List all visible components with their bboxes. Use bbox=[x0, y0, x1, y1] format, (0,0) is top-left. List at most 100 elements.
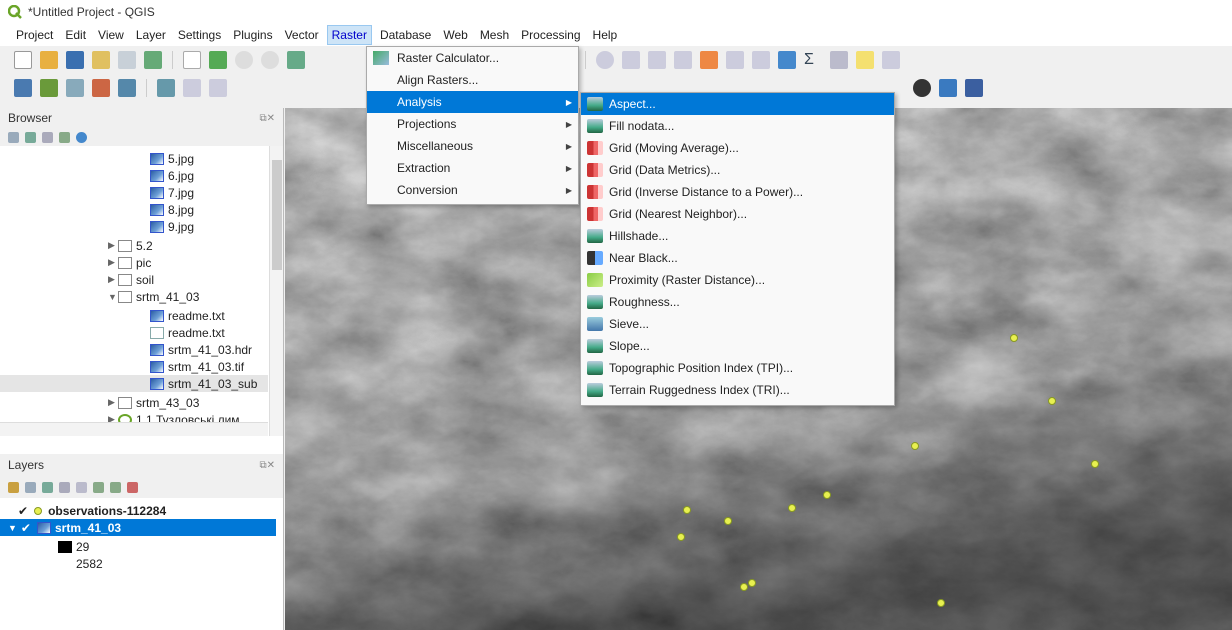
add-raster-layer-icon[interactable] bbox=[92, 79, 110, 97]
zoom-full-icon[interactable] bbox=[287, 51, 305, 69]
menu-project[interactable]: Project bbox=[12, 26, 57, 44]
observation-point[interactable] bbox=[1091, 460, 1099, 468]
tree-item[interactable]: ▶ srtm_43_03 bbox=[0, 394, 268, 411]
tree-item[interactable]: 6.jpg bbox=[0, 167, 268, 184]
identify-icon[interactable] bbox=[596, 51, 614, 69]
menu-web[interactable]: Web bbox=[439, 26, 471, 44]
scrollbar-thumb[interactable] bbox=[272, 160, 282, 270]
layer-checkbox[interactable]: ✔ bbox=[18, 504, 28, 518]
expand-all-icon[interactable] bbox=[93, 481, 104, 493]
tree-item[interactable]: 8.jpg bbox=[0, 201, 268, 218]
menu-layer[interactable]: Layer bbox=[132, 26, 170, 44]
open-attribute-table-icon[interactable] bbox=[700, 51, 718, 69]
observation-point[interactable] bbox=[683, 506, 691, 514]
select-by-value-icon[interactable] bbox=[648, 51, 666, 69]
tree-item[interactable]: ▶ 5.2 bbox=[0, 237, 268, 254]
layout-manager-icon[interactable] bbox=[118, 51, 136, 69]
menu-item-near-black[interactable]: Near Black... bbox=[581, 247, 894, 269]
tree-item[interactable]: ▶ pic bbox=[0, 254, 268, 271]
panel-float-close-icon[interactable]: ⧉✕ bbox=[259, 460, 275, 471]
new-print-layout-icon[interactable] bbox=[92, 51, 110, 69]
tree-item[interactable]: ▶ soil bbox=[0, 271, 268, 288]
menu-database[interactable]: Database bbox=[376, 26, 435, 44]
menu-raster[interactable]: Raster bbox=[326, 25, 372, 45]
data-source-manager-icon[interactable] bbox=[14, 79, 32, 97]
menu-item-fill-nodata[interactable]: Fill nodata... bbox=[581, 115, 894, 137]
observation-point[interactable] bbox=[911, 442, 919, 450]
menu-item-grid-data-metrics[interactable]: Grid (Data Metrics)... bbox=[581, 159, 894, 181]
map-tips-icon[interactable] bbox=[856, 51, 874, 69]
processing-toolbox-icon[interactable] bbox=[778, 51, 796, 69]
observation-point[interactable] bbox=[823, 491, 831, 499]
style-manager-icon[interactable] bbox=[144, 51, 162, 69]
refresh-icon[interactable] bbox=[25, 131, 36, 143]
menu-plugins[interactable]: Plugins bbox=[229, 26, 276, 44]
expand-arrow-icon[interactable]: ▶ bbox=[108, 240, 118, 251]
tree-item[interactable]: 9.jpg bbox=[0, 218, 268, 235]
observation-point[interactable] bbox=[740, 583, 748, 591]
collapse-all-icon[interactable] bbox=[59, 131, 70, 143]
menu-item-sieve[interactable]: Sieve... bbox=[581, 313, 894, 335]
filter-icon[interactable] bbox=[42, 131, 53, 143]
menu-item-tpi[interactable]: Topographic Position Index (TPI)... bbox=[581, 357, 894, 379]
pan-icon[interactable] bbox=[183, 51, 201, 69]
observation-point[interactable] bbox=[1010, 334, 1018, 342]
menu-settings[interactable]: Settings bbox=[174, 26, 225, 44]
menu-item-miscellaneous[interactable]: Miscellaneous ▶ bbox=[367, 135, 578, 157]
menu-vector[interactable]: Vector bbox=[281, 26, 323, 44]
style-layer-icon[interactable] bbox=[8, 481, 19, 493]
observation-point[interactable] bbox=[1048, 397, 1056, 405]
collapse-arrow-icon[interactable]: ▼ bbox=[108, 292, 118, 302]
observation-point[interactable] bbox=[788, 504, 796, 512]
tree-item[interactable]: readme.txt bbox=[0, 324, 268, 341]
help-icon[interactable] bbox=[965, 79, 983, 97]
add-selected-layers-icon[interactable] bbox=[8, 131, 19, 143]
menu-item-align-rasters[interactable]: Align Rasters... bbox=[367, 69, 578, 91]
tree-item[interactable]: 7.jpg bbox=[0, 184, 268, 201]
digitize-icon[interactable] bbox=[157, 79, 175, 97]
menu-edit[interactable]: Edit bbox=[61, 26, 90, 44]
save-project-icon[interactable] bbox=[66, 51, 84, 69]
tree-item[interactable]: readme.txt bbox=[0, 307, 268, 324]
tree-item[interactable]: 5.jpg bbox=[0, 150, 268, 167]
collapse-all-icon[interactable] bbox=[110, 481, 121, 493]
select-features-icon[interactable] bbox=[622, 51, 640, 69]
manage-map-themes-icon[interactable] bbox=[42, 481, 53, 493]
menu-mesh[interactable]: Mesh bbox=[476, 26, 513, 44]
deselect-icon[interactable] bbox=[674, 51, 692, 69]
new-project-icon[interactable] bbox=[14, 51, 32, 69]
browser-vertical-scrollbar[interactable] bbox=[269, 146, 283, 436]
toolbox-icon[interactable] bbox=[752, 51, 770, 69]
menu-item-analysis[interactable]: Analysis ▶ bbox=[367, 91, 578, 113]
add-spatialite-icon[interactable] bbox=[118, 79, 136, 97]
menu-item-aspect[interactable]: Aspect... bbox=[581, 93, 894, 115]
menu-item-slope[interactable]: Slope... bbox=[581, 335, 894, 357]
observation-point[interactable] bbox=[937, 599, 945, 607]
expand-arrow-icon[interactable]: ▶ bbox=[108, 397, 118, 408]
filter-legend-icon[interactable] bbox=[59, 481, 70, 493]
info-icon[interactable] bbox=[76, 131, 87, 143]
save-edits-icon[interactable] bbox=[209, 79, 227, 97]
menu-item-projections[interactable]: Projections ▶ bbox=[367, 113, 578, 135]
collapse-arrow-icon[interactable]: ▼ bbox=[8, 523, 17, 533]
add-group-icon[interactable] bbox=[25, 481, 36, 493]
expand-arrow-icon[interactable]: ▶ bbox=[108, 274, 118, 285]
observation-point[interactable] bbox=[748, 579, 756, 587]
pan-to-selection-icon[interactable] bbox=[209, 51, 227, 69]
observation-point[interactable] bbox=[724, 517, 732, 525]
statistics-sigma-icon[interactable]: Σ bbox=[804, 51, 822, 69]
browser-horizontal-scrollbar[interactable] bbox=[0, 422, 268, 436]
menu-view[interactable]: View bbox=[94, 26, 128, 44]
menu-item-raster-calculator[interactable]: Raster Calculator... bbox=[367, 47, 578, 69]
tree-item[interactable]: srtm_41_03.hdr bbox=[0, 341, 268, 358]
menu-help[interactable]: Help bbox=[589, 26, 622, 44]
text-annotation-icon[interactable] bbox=[882, 51, 900, 69]
layer-item-selected[interactable]: ▼ ✔ srtm_41_03 bbox=[0, 519, 276, 536]
menu-item-tri[interactable]: Terrain Ruggedness Index (TRI)... bbox=[581, 379, 894, 401]
open-project-icon[interactable] bbox=[40, 51, 58, 69]
add-vector-layer-icon[interactable] bbox=[40, 79, 58, 97]
tree-item[interactable]: srtm_41_03.tif bbox=[0, 358, 268, 375]
filter-by-expression-icon[interactable] bbox=[76, 481, 87, 493]
menu-item-grid-nearest-neighbor[interactable]: Grid (Nearest Neighbor)... bbox=[581, 203, 894, 225]
zoom-in-icon[interactable] bbox=[235, 51, 253, 69]
